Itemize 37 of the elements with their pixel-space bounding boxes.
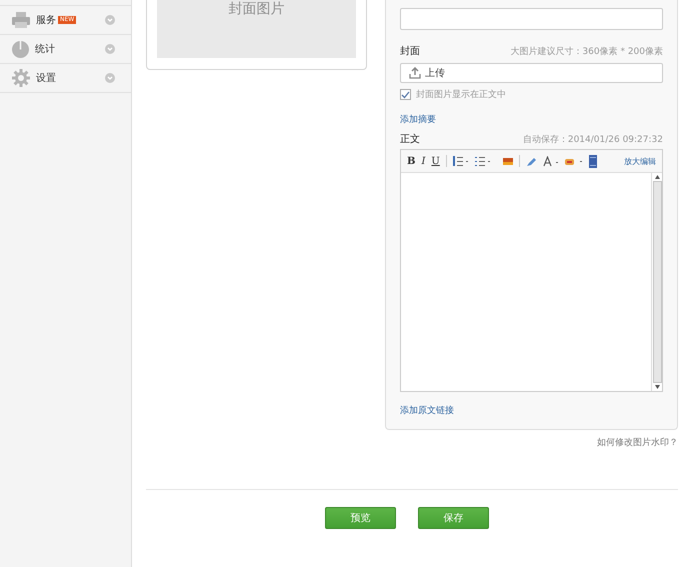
- format-button[interactable]: B: [407, 156, 416, 167]
- autosave-text: 自动保存：2014/01/26 09:27:32: [522, 134, 663, 146]
- cover-placeholder-text: 封面图片: [228, 1, 284, 17]
- ordered-list-icon[interactable]: [452, 156, 469, 166]
- sidebar-item[interactable]: 设置: [0, 63, 131, 93]
- pie-chart-icon: [12, 40, 29, 58]
- watermark-help-link[interactable]: 如何修改图片水印？: [597, 436, 678, 449]
- image-icon[interactable]: [502, 158, 513, 165]
- add-source-link[interactable]: 添加原文链接: [400, 404, 663, 418]
- expand-icon: [105, 15, 115, 25]
- body-label: 正文: [400, 132, 420, 146]
- format-button[interactable]: I: [421, 156, 426, 167]
- expand-editor-link[interactable]: 放大编辑: [624, 156, 656, 167]
- settings-icon: [12, 69, 30, 87]
- highlight-icon[interactable]: [564, 156, 583, 166]
- upload-icon: [409, 67, 421, 80]
- document-icon[interactable]: [588, 154, 597, 168]
- pen-icon[interactable]: [526, 156, 537, 167]
- checkbox-label: 封面图片显示在正文中: [416, 88, 506, 102]
- size-hint: 大图片建议尺寸：360像素 * 200像素: [510, 46, 663, 58]
- sidebar-label: 统计: [35, 42, 55, 56]
- sidebar-item[interactable]: 统计: [0, 34, 131, 63]
- checkbox[interactable]: [400, 89, 411, 100]
- printer-icon: [12, 12, 30, 28]
- cover-label: 封面: [400, 44, 420, 58]
- scrollbar[interactable]: [651, 173, 662, 392]
- add-summary-link[interactable]: 添加摘要: [400, 113, 663, 126]
- expand-icon: [105, 44, 115, 54]
- format-button[interactable]: U: [431, 156, 440, 167]
- bullet-list-icon[interactable]: [474, 156, 491, 166]
- upload-field[interactable]: 上传: [400, 62, 663, 84]
- font-color-icon[interactable]: [542, 156, 559, 167]
- sidebar-label: 服务: [36, 14, 56, 27]
- sidebar-label: 设置: [36, 72, 56, 85]
- author-field[interactable]: [400, 8, 663, 30]
- expand-icon: [105, 73, 115, 83]
- upload-label: 上传: [425, 66, 445, 80]
